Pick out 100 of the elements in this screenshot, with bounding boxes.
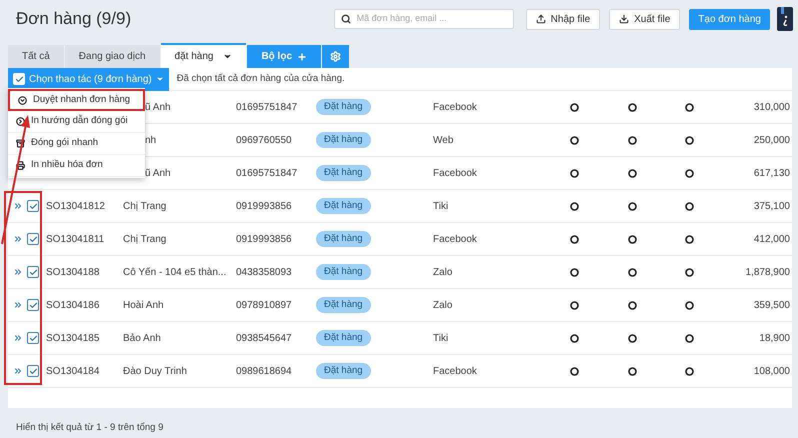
expand-icon[interactable] [13,234,23,244]
checkbox[interactable] [27,233,39,245]
file-button[interactable]: Xuất file [609,8,680,30]
expand-icon[interactable] [13,366,23,376]
expand-icon[interactable] [13,201,23,211]
check-icon [28,202,38,210]
phone-number: 01695751847 [236,168,298,178]
checkbox[interactable] [27,266,39,278]
status-badge: Đặt hàng [316,296,371,314]
customer-name: Chị Trang [123,234,166,244]
search-field[interactable]: Mã đơn hàng, email ... [334,9,514,29]
circle-icon [628,268,636,276]
amount-text: 412,000 [754,234,790,244]
check-icon [28,300,38,310]
help-book-icon[interactable] [777,7,793,31]
circle-icon [628,366,636,376]
box-icon [16,139,25,148]
tab[interactable]: Đang giao dịch [64,45,160,68]
checkbox[interactable] [27,332,39,344]
menu-item[interactable]: Duyệt nhanh đơn hàng [8,89,145,111]
check-icon [28,234,38,244]
status-badge: Đặt hàng [316,164,371,182]
circle-icon [628,334,636,342]
printer-icon [16,161,25,170]
expand-icon[interactable] [13,267,23,277]
amount-text: 108,000 [754,366,790,376]
circle-icon [684,102,694,112]
status-badge: Đặt hàng [316,264,371,280]
checkbox[interactable] [27,200,39,212]
circle-icon [628,234,636,244]
expand-icon[interactable] [13,333,23,343]
amount-text: 310,000 [754,102,790,112]
caret-icon [156,75,164,83]
search-input[interactable]: Mã đơn hàng, email ... [356,12,507,26]
status-badge: Đặt hàng [316,330,371,346]
checkbox[interactable] [27,299,39,311]
menu-item[interactable]: In nhiều hóa đơn [8,155,145,177]
phone-number: 0919993856 [236,234,292,244]
pagination-summary: Hiển thị kết quả từ 1 - 9 trên tổng 9 [16,422,164,433]
source-text: Zalo [433,300,452,310]
chevron-down-circle-icon [18,96,27,104]
amount-text: 18,900 [759,332,790,344]
menu-item[interactable]: Đóng gói nhanh [8,133,145,155]
order-code: SO13041811 [46,234,104,244]
check-icon [28,268,38,276]
chevron-right-circle-icon [16,117,25,126]
source-text: Facebook [433,234,477,244]
customer-name: Cô Yến - 104 e5 thàn... [123,266,226,278]
download-icon [619,14,630,24]
search-icon [340,14,351,24]
source-text: Facebook [433,168,477,178]
upload-icon [536,14,546,24]
source-text: Facebook [433,366,477,376]
circle-icon [684,168,694,178]
phone-number: 0989618694 [236,366,292,376]
circle-icon [570,300,578,310]
circle-icon [570,268,578,276]
customer-name: ũ Anh [145,168,171,178]
file-button[interactable]: Nhập file [526,8,600,30]
settings-button[interactable] [322,45,350,68]
order-code: SO1304185 [46,332,100,344]
circle-icon [684,300,694,310]
phone-number: 0919993856 [236,200,292,212]
circle-icon [684,268,694,276]
customer-name: ũ Anh [145,102,171,112]
phone-number: 0978910897 [236,300,292,310]
source-text: Tiki [433,332,448,344]
source-text: Web [433,134,454,146]
selection-note: Đã chọn tất cả đơn hàng của cửa hàng. [176,72,345,86]
status-badge: Đặt hàng [316,230,371,248]
customer-name: Bảo Anh [123,332,161,344]
order-code: SO13041812 [46,200,105,212]
circle-icon [628,136,636,144]
circle-icon [684,202,694,210]
status-badge: Đặt hàng [316,98,371,116]
phone-number: 01695751847 [236,102,298,112]
status-badge: Đặt hàng [316,132,371,148]
page-title: Đơn hàng (9/9) [16,8,132,30]
expand-icon[interactable] [13,300,23,310]
tab[interactable]: đặt hàng [160,43,246,68]
amount-text: 1,878,900 [746,266,790,278]
amount-text: 250,000 [754,134,790,146]
check-icon [28,334,38,342]
check-icon [28,366,38,376]
tab[interactable]: Tất cả [8,45,64,68]
amount-text: 617,130 [754,168,790,178]
checkbox[interactable] [27,365,39,377]
amount-text: 375,100 [754,200,790,212]
status-badge: Đặt hàng [316,198,371,214]
customer-name: Chị Trang [123,200,166,212]
circle-icon [570,168,578,178]
customer-name: nh [145,134,156,146]
order-code: SO1304184 [46,366,100,376]
circle-icon [684,366,694,376]
caret-icon [223,52,232,61]
circle-icon [684,334,694,342]
status-badge: Đặt hàng [316,362,371,380]
phone-number: 0938545647 [236,332,292,344]
customer-name: Đào Duy Trinh [123,366,187,376]
order-code: SO1304188 [46,266,100,278]
